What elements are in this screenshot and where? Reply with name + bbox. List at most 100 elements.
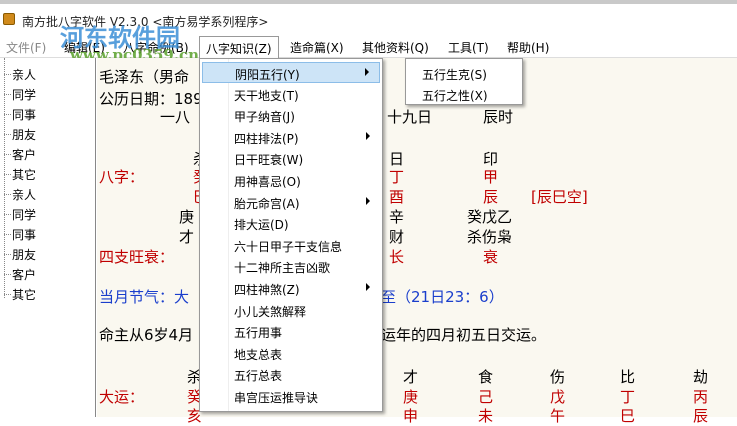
- menu-item[interactable]: 五行用事: [202, 321, 380, 342]
- menu-item[interactable]: 用神喜忌(O): [202, 170, 380, 191]
- qiyun-text: 命主从6岁4月: [99, 326, 194, 344]
- bazi-label: 八字：: [99, 168, 145, 186]
- menu-item[interactable]: 小儿关煞解释: [202, 300, 380, 321]
- tree-item[interactable]: 客户: [3, 266, 36, 283]
- tree-item[interactable]: 同事: [3, 106, 36, 123]
- menu-item-label: 小儿关煞解释: [234, 304, 307, 319]
- person-name: 毛泽东（男命: [99, 68, 190, 86]
- menu-item-label: 地支总表: [234, 347, 283, 362]
- tree-item[interactable]: 同学: [3, 206, 36, 223]
- submenu-arrow-icon: [366, 196, 370, 205]
- dayun-gan: 丙: [693, 388, 709, 406]
- menu-item-label: 串宫压运推导诀: [234, 391, 319, 405]
- menu-item[interactable]: 排大运(D): [202, 213, 380, 234]
- wangshuai: 衰: [483, 248, 499, 266]
- menu-item[interactable]: 串宫压运推导诀: [202, 386, 380, 407]
- submenu-item-shengke[interactable]: 五行生克(S): [408, 63, 487, 83]
- dayun-zhi: 巳: [620, 407, 636, 425]
- menu-help[interactable]: 帮助(H): [507, 39, 549, 56]
- menu-item[interactable]: 日干旺衰(W): [202, 148, 380, 169]
- menu-item-label: 十二神所主吉凶歌: [234, 261, 331, 276]
- canggan: 辛: [389, 208, 405, 226]
- menu-tools[interactable]: 工具(T): [448, 39, 489, 56]
- tree-item[interactable]: 同事: [3, 226, 36, 243]
- lunar-day: 十九日: [387, 108, 433, 126]
- menu-item[interactable]: 四柱神煞(Z): [202, 278, 380, 299]
- jieqi-label: 当月节气：大: [99, 288, 190, 306]
- pillar-gan: 甲: [483, 168, 499, 186]
- tree-item[interactable]: 朋友: [3, 126, 36, 143]
- menu-other[interactable]: 其他资料(Q): [362, 39, 429, 56]
- menu-item[interactable]: 地支总表: [202, 343, 380, 364]
- wangshuai-label: 四支旺衰：: [99, 248, 175, 266]
- shishen: 财: [389, 228, 405, 246]
- lunar-hour: 辰时: [483, 108, 514, 126]
- dayun-shen: 劫: [693, 368, 709, 386]
- menu-item-label: 五行总表: [234, 369, 283, 384]
- menu-item[interactable]: 四柱排法(P): [202, 127, 380, 148]
- pillar-zhi: 辰: [483, 188, 499, 206]
- menu-item-label: 排大运(D): [234, 218, 289, 233]
- tree-item[interactable]: 朋友: [3, 246, 36, 263]
- sidebar-tree: 亲人 同学 同事 朋友 客户 其它 亲人 同学 同事 朋友 客户 其它: [0, 58, 96, 417]
- dayun-gan: 己: [478, 388, 494, 406]
- tree-item[interactable]: 其它: [3, 286, 36, 303]
- tree-item[interactable]: 同学: [3, 86, 36, 103]
- dayun-zhi: 未: [478, 407, 494, 425]
- menu-item[interactable]: 五行总表: [202, 364, 380, 385]
- menu-file[interactable]: 文件(F): [6, 39, 46, 56]
- dayun-zhi: 申: [403, 407, 419, 425]
- dayun-shen: 食: [478, 368, 494, 386]
- menu-item[interactable]: 十二神所主吉凶歌: [202, 256, 380, 277]
- tree-item[interactable]: 客户: [3, 146, 36, 163]
- menu-item-label: 阴阳五行(Y): [235, 68, 300, 82]
- dayun-shen: 才: [403, 368, 419, 386]
- menu-item-label: 用神喜忌(O): [234, 175, 301, 189]
- canggan: 庚: [179, 208, 195, 226]
- dayun-gan: 丁: [620, 388, 636, 406]
- canggan: 癸戊乙: [467, 208, 513, 226]
- dayun-label: 大运：: [99, 388, 145, 406]
- wangshuai: 长: [389, 248, 405, 266]
- menu-item-label: 天干地支(T): [234, 88, 299, 103]
- tree-item[interactable]: 其它: [3, 166, 36, 183]
- menu-bazi-knowledge[interactable]: 八字知识(Z): [199, 36, 279, 58]
- tree-item[interactable]: 亲人: [3, 66, 36, 83]
- menu-item-label: 六十日甲子干支信息: [234, 239, 343, 254]
- menu-item[interactable]: 天干地支(T): [202, 84, 380, 105]
- dayun-zhi: 午: [550, 407, 566, 425]
- menu-item[interactable]: 阴阳五行(Y): [202, 62, 380, 83]
- shishen: 杀伤枭: [467, 228, 513, 246]
- menu-item-label: 甲子纳音(J): [234, 110, 295, 125]
- menu-item-label: 五行用事: [234, 326, 283, 341]
- kongwang: [辰巳空]: [531, 188, 588, 206]
- jieqi-value: 至（21日23：6）: [381, 288, 504, 306]
- shishen: 才: [179, 228, 195, 246]
- bazi-knowledge-dropdown: 阴阳五行(Y) 天干地支(T) 甲子纳音(J) 四柱排法(P) 日干旺衰(W) 用神喜忌(…: [199, 58, 383, 412]
- submenu-item-xing[interactable]: 五行之性(X): [408, 84, 488, 104]
- submenu-arrow-icon: [366, 131, 370, 140]
- menu-item-label: 四柱神煞(Z): [234, 283, 300, 297]
- tree-item[interactable]: 亲人: [3, 186, 36, 203]
- pillar-zhi: 酉: [389, 188, 405, 206]
- app-icon: [3, 13, 15, 25]
- menu-item[interactable]: 甲子纳音(J): [202, 105, 380, 126]
- menu-item-label: 胎元命宫(A): [234, 196, 300, 211]
- dayun-gan: 戊: [550, 388, 566, 406]
- chart-content: 毛泽东（男命 公历日期：189 一八 十九日 辰时 杀 日 印 八字： 癸 丁 …: [97, 58, 737, 425]
- submenu-arrow-icon: [365, 68, 369, 76]
- submenu-arrow-icon: [366, 283, 370, 291]
- lunar-date: 一八: [160, 108, 191, 126]
- dayun-shen: 伤: [550, 368, 566, 386]
- menu-item[interactable]: 六十日甲子干支信息: [202, 235, 380, 256]
- qiyun-text: 运年的四月初五日交运。: [381, 326, 547, 344]
- dayun-gan: 庚: [403, 388, 419, 406]
- pillar-gan: 丁: [389, 168, 405, 186]
- yinyang-submenu: 五行生克(S) 五行之性(X): [405, 58, 523, 105]
- menu-item-label: 日干旺衰(W): [234, 153, 304, 168]
- dayun-zhi: 辰: [693, 407, 709, 425]
- dayun-shen: 比: [620, 368, 636, 386]
- menu-item[interactable]: 胎元命宫(A): [202, 192, 380, 213]
- menu-zaoming[interactable]: 造命篇(X): [290, 39, 344, 56]
- menu-item-label: 四柱排法(P): [234, 131, 299, 146]
